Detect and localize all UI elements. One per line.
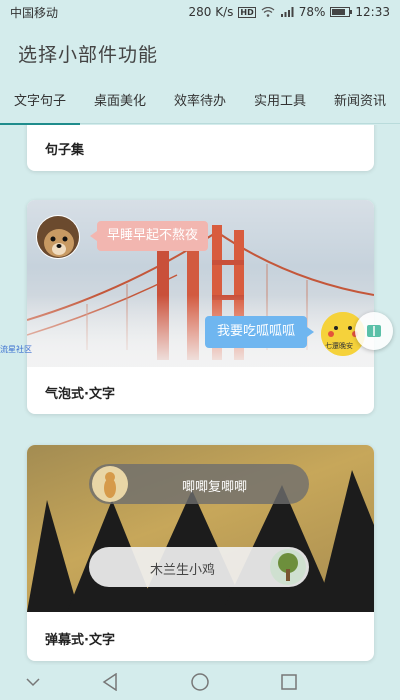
wifi-icon (261, 7, 275, 17)
signal-icon (280, 7, 294, 17)
back-triangle-icon (102, 673, 117, 691)
danmaku-text-1: 唧唧复唧唧 (182, 480, 248, 495)
avatar-giraffe (92, 466, 128, 502)
battery-icon (330, 7, 353, 17)
tab-text-sentences[interactable]: 文字句子 (0, 84, 80, 125)
watermark-text: 流星社区 (0, 345, 32, 354)
avatar-tree (270, 549, 306, 585)
home-circle-icon (191, 673, 209, 691)
danmaku-text-2: 木兰生小鸡 (150, 563, 216, 578)
clock: 12:33 (355, 5, 390, 19)
chevron-down-icon (26, 678, 40, 687)
status-bar: 中国移动 280 K/s HD 78% 12:33 (0, 0, 400, 24)
floating-book-icon (367, 325, 381, 337)
widget-list[interactable]: 句子集 早睡早起不熬夜 我要吃呱呱呱 七還晚安 气泡式·文字 流星社区 唧唧复唧… (0, 125, 400, 665)
card-label: 句子集 (45, 143, 85, 158)
avatar-dog (36, 215, 80, 259)
card-label: 弹幕式·文字 (45, 633, 115, 648)
widget-card-danmaku-text[interactable]: 唧唧复唧唧 木兰生小鸡 弹幕式·文字 (27, 445, 374, 661)
nav-back-button[interactable] (100, 672, 120, 692)
nav-home-button[interactable] (189, 672, 211, 692)
carrier-name: 中国移动 (10, 5, 59, 20)
nav-recent-button[interactable] (279, 672, 299, 692)
avatar-caption: 七還晚安 (325, 342, 353, 350)
network-speed: 280 K/s (188, 5, 234, 19)
recent-square-icon (281, 674, 297, 690)
tab-efficiency-todo[interactable]: 效率待办 (160, 84, 240, 124)
system-nav-bar (0, 665, 400, 700)
tab-news[interactable]: 新闻资讯 (320, 84, 400, 124)
nav-down-button[interactable] (24, 672, 42, 692)
widget-card-bubble-text[interactable]: 早睡早起不熬夜 我要吃呱呱呱 七還晚安 气泡式·文字 (27, 200, 374, 414)
tab-utilities[interactable]: 实用工具 (240, 84, 320, 124)
speech-bubble-left: 早睡早起不熬夜 (89, 221, 209, 251)
floating-assistant-button[interactable] (355, 312, 393, 350)
hd-icon: HD (238, 6, 256, 18)
category-tabs: 文字句子 桌面美化 效率待办 实用工具 新闻资讯 (0, 84, 400, 125)
speech-bubble-right: 我要吃呱呱呱 (205, 316, 315, 348)
card-label: 气泡式·文字 (45, 387, 115, 402)
tab-desktop-beautify[interactable]: 桌面美化 (80, 84, 160, 124)
page-title: 选择小部件功能 (18, 44, 159, 66)
status-icons: 280 K/s HD 78% 12:33 (189, 5, 391, 19)
battery-percent: 78% (298, 5, 326, 19)
battery-fill (332, 9, 345, 15)
widget-card-sentence-collection[interactable]: 句子集 (27, 125, 374, 171)
